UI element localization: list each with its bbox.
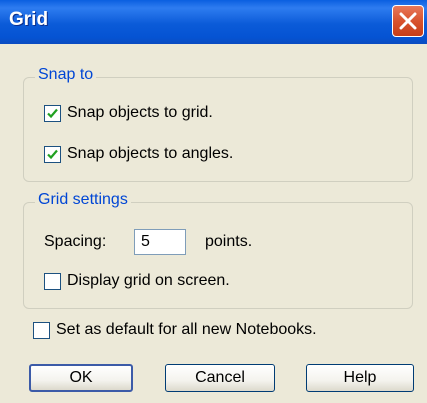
checkmark-icon bbox=[47, 149, 58, 159]
spacing-unit-label: points. bbox=[205, 233, 253, 250]
snap-to-legend: Snap to bbox=[35, 66, 97, 84]
snap-to-grid-label: Snap objects to grid. bbox=[67, 104, 213, 121]
spacing-input[interactable] bbox=[134, 229, 186, 255]
snap-to-angles-label: Snap objects to angles. bbox=[67, 145, 234, 162]
snap-to-angles-option[interactable]: Snap objects to angles. bbox=[44, 145, 233, 163]
display-grid-option[interactable]: Display grid on screen. bbox=[44, 272, 230, 290]
help-button[interactable]: Help bbox=[306, 364, 414, 392]
display-grid-checkbox[interactable] bbox=[44, 272, 61, 290]
ok-button[interactable]: OK bbox=[29, 364, 133, 392]
close-button[interactable] bbox=[392, 5, 424, 37]
set-default-label: Set as default for all new Notebooks. bbox=[56, 321, 317, 338]
grid-settings-legend: Grid settings bbox=[35, 191, 131, 209]
grid-dialog: Grid Snap to Snap objects to grid. Snap … bbox=[0, 0, 427, 403]
snap-to-angles-checkbox[interactable] bbox=[44, 145, 61, 163]
close-icon bbox=[399, 12, 417, 30]
title-bar: Grid bbox=[0, 0, 427, 44]
display-grid-label: Display grid on screen. bbox=[67, 272, 230, 289]
snap-to-grid-option[interactable]: Snap objects to grid. bbox=[44, 104, 213, 122]
set-default-option[interactable]: Set as default for all new Notebooks. bbox=[33, 321, 317, 339]
dialog-title: Grid bbox=[9, 9, 49, 30]
snap-to-grid-checkbox[interactable] bbox=[44, 104, 61, 122]
spacing-label: Spacing: bbox=[44, 233, 107, 250]
checkmark-icon bbox=[47, 108, 58, 118]
grid-settings-group: Grid settings bbox=[23, 191, 413, 309]
cancel-button[interactable]: Cancel bbox=[165, 364, 275, 392]
snap-to-group: Snap to bbox=[23, 66, 413, 182]
set-default-checkbox[interactable] bbox=[33, 321, 50, 339]
